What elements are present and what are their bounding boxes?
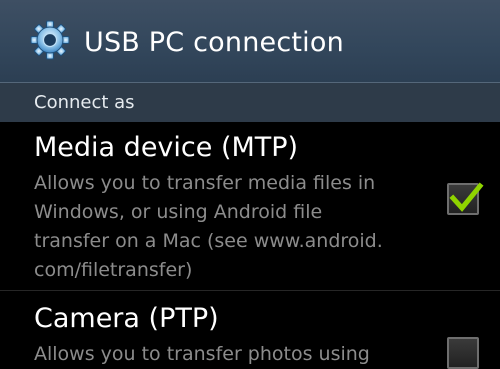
check-mark-icon [449, 182, 484, 212]
description-line: Windows, or using Android file [34, 201, 323, 223]
description-line: com/filetransfer) [34, 259, 193, 281]
option-title: Camera (PTP) [34, 303, 219, 334]
description-line: transfer on a Mac (see www.android. [34, 230, 383, 252]
gear-icon [30, 20, 70, 60]
title-bar: USB PC connection [0, 0, 500, 82]
option-description: Allows you to transfer media files in Wi… [34, 169, 434, 285]
option-title: Media device (MTP) [34, 132, 299, 163]
page-title: USB PC connection [84, 27, 344, 58]
description-line: Allows you to transfer photos using [34, 343, 370, 365]
option-camera-ptp[interactable]: Camera (PTP) Allows you to transfer phot… [0, 290, 500, 369]
option-media-device-mtp[interactable]: Media device (MTP) Allows you to transfe… [0, 122, 500, 290]
mtp-checkbox[interactable] [447, 182, 484, 215]
section-header-label: Connect as [34, 92, 135, 113]
option-description: Allows you to transfer photos using [34, 340, 434, 369]
description-line: Allows you to transfer media files in [34, 172, 376, 194]
section-header: Connect as [0, 82, 500, 122]
ptp-checkbox[interactable] [447, 337, 479, 369]
